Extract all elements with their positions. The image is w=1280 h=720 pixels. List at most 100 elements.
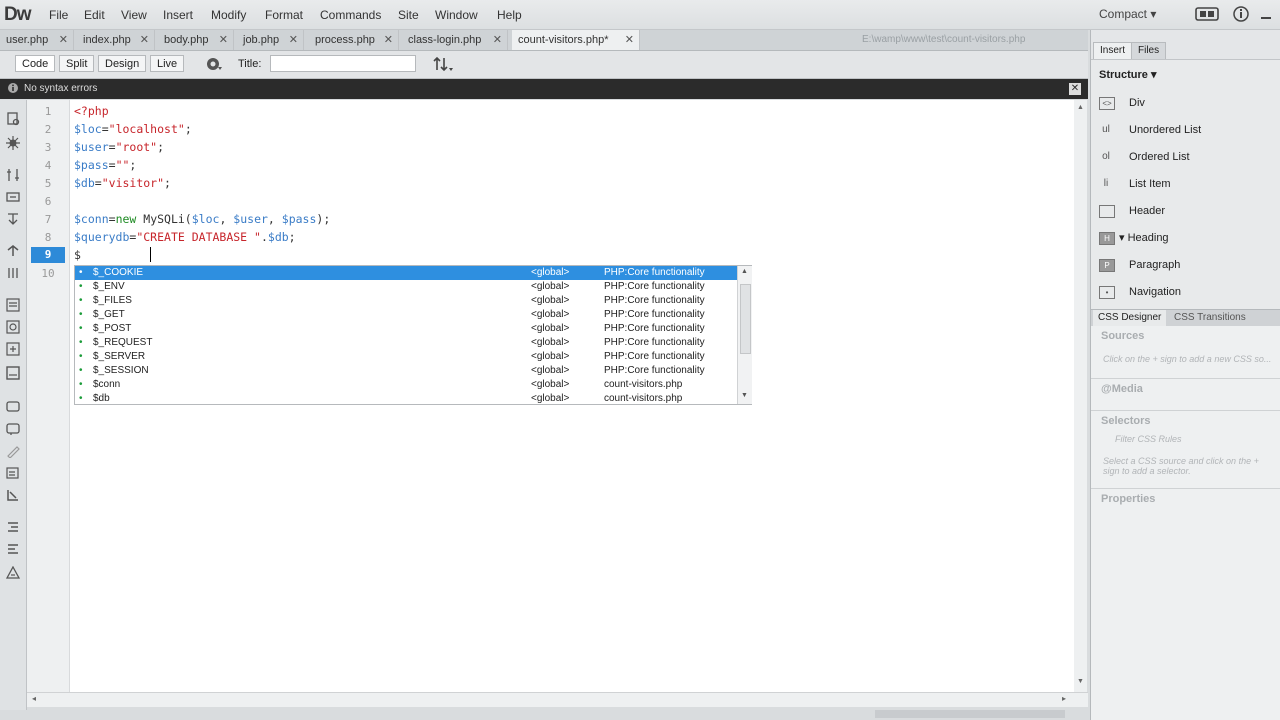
collapse-full-tag-icon[interactable] <box>6 190 20 202</box>
menu-edit[interactable]: Edit <box>84 8 105 22</box>
menu-modify[interactable]: Modify <box>211 8 246 22</box>
highlight-invalid-code-icon[interactable] <box>6 320 20 334</box>
tab-css-transitions[interactable]: CSS Transitions <box>1169 310 1251 326</box>
insert-item-list-item[interactable]: li List Item <box>1099 175 1269 193</box>
tab-user-php[interactable]: user.php ✕ <box>0 30 74 50</box>
validate-icon[interactable] <box>5 565 21 579</box>
sources-header[interactable]: Sources <box>1091 330 1280 342</box>
close-icon[interactable]: ✕ <box>625 30 634 50</box>
tab-count-visitors-php[interactable]: count-visitors.php* ✕ <box>512 30 640 50</box>
hint-item[interactable]: • $_ENV <global> PHP:Core functionality <box>75 280 737 294</box>
code-hints-popup[interactable]: • $_COOKIE <global> PHP:Core functionality … <box>74 265 752 405</box>
properties-header[interactable]: Properties <box>1091 488 1280 505</box>
scrollbar-thumb[interactable] <box>740 284 751 354</box>
code-line[interactable]: $ <box>74 248 81 262</box>
menu-commands[interactable]: Commands <box>320 8 381 22</box>
tab-job-php[interactable]: job.php ✕ <box>237 30 304 50</box>
tab-files[interactable]: Files <box>1131 42 1167 59</box>
code-line[interactable]: $loc="localhost"; <box>74 122 192 136</box>
apply-comment-icon[interactable] <box>6 366 20 380</box>
selectors-header[interactable]: Selectors <box>1091 410 1280 427</box>
editor-vertical-scrollbar[interactable]: ▲ ▼ <box>1074 100 1087 692</box>
hint-item[interactable]: • $db <global> count-visitors.php <box>75 392 737 404</box>
code-line[interactable]: $pass=""; <box>74 158 136 172</box>
tab-process-php[interactable]: process.php ✕ <box>309 30 399 50</box>
tab-css-designer[interactable]: CSS Designer <box>1093 310 1167 326</box>
insert-category-dropdown[interactable]: Structure ▾ <box>1099 68 1157 81</box>
sync-settings-icon[interactable] <box>1194 5 1220 23</box>
hint-item[interactable]: • $_POST <global> PHP:Core functionality <box>75 322 737 336</box>
tab-insert[interactable]: Insert <box>1093 42 1133 59</box>
line-numbers-icon[interactable] <box>6 298 20 312</box>
hint-item[interactable]: • $_REQUEST <global> PHP:Core functionality <box>75 336 737 350</box>
insert-item-navigation[interactable]: • Navigation <box>1099 283 1269 301</box>
wrap-tag-icon[interactable] <box>6 422 20 435</box>
insert-item-header[interactable]: Header <box>1099 202 1269 220</box>
filter-css-rules-input[interactable]: Filter CSS Rules <box>1115 434 1280 444</box>
scroll-left-arrow-icon[interactable]: ◂ <box>32 694 36 703</box>
help-info-icon[interactable] <box>1232 5 1258 23</box>
editor-horizontal-scrollbar[interactable]: ◂ ▸ <box>27 692 1088 707</box>
expand-all-icon[interactable] <box>6 168 20 181</box>
code-line[interactable]: <?php <box>74 104 109 118</box>
menu-view[interactable]: View <box>121 8 147 22</box>
media-header[interactable]: @Media <box>1091 378 1280 395</box>
close-icon[interactable]: ✕ <box>1069 83 1081 95</box>
hint-item[interactable]: • $_FILES <global> PHP:Core functionality <box>75 294 737 308</box>
design-view-button[interactable]: Design <box>98 55 147 72</box>
code-line[interactable]: $conn=new MySQLi($loc, $user, $pass); <box>74 212 330 226</box>
insert-item-div[interactable]: <> Div <box>1099 94 1269 112</box>
insert-item-unordered-list[interactable]: ul Unordered List <box>1099 121 1269 139</box>
hint-item[interactable]: • $conn <global> count-visitors.php <box>75 378 737 392</box>
hints-scrollbar[interactable]: ▲ ▼ <box>737 266 752 404</box>
status-bar-scroll-thumb[interactable] <box>875 710 1065 718</box>
outdent-code-icon[interactable] <box>6 542 20 554</box>
scroll-right-arrow-icon[interactable]: ▸ <box>1062 694 1066 703</box>
close-icon[interactable]: ✕ <box>219 30 228 50</box>
move-css-icon[interactable] <box>6 466 20 479</box>
insert-item-heading[interactable]: H ▾ Heading <box>1099 229 1269 247</box>
insert-item-paragraph[interactable]: P Paragraph <box>1099 256 1269 274</box>
file-management-icon[interactable] <box>433 56 455 75</box>
hint-item[interactable]: • $_SERVER <global> PHP:Core functionality <box>75 350 737 364</box>
menu-insert[interactable]: Insert <box>163 8 193 22</box>
recent-snippets-icon[interactable] <box>6 444 20 459</box>
tab-index-php[interactable]: index.php ✕ <box>77 30 155 50</box>
menu-file[interactable]: File <box>49 8 68 22</box>
syntax-error-alerts-icon[interactable] <box>6 342 20 356</box>
indent-code-icon[interactable] <box>6 520 20 532</box>
menu-format[interactable]: Format <box>265 8 303 22</box>
format-source-icon[interactable] <box>6 488 20 501</box>
close-icon[interactable]: ✕ <box>384 30 393 50</box>
close-icon[interactable]: ✕ <box>140 30 149 50</box>
remove-comment-icon[interactable] <box>6 400 20 412</box>
close-icon[interactable]: ✕ <box>289 30 298 50</box>
split-view-button[interactable]: Split <box>59 55 95 72</box>
menu-site[interactable]: Site <box>398 8 419 22</box>
tab-class-login-php[interactable]: class-login.php ✕ <box>402 30 508 50</box>
scroll-down-arrow-icon[interactable]: ▼ <box>741 392 748 399</box>
code-line[interactable]: $db="visitor"; <box>74 176 171 190</box>
scroll-up-arrow-icon[interactable]: ▲ <box>1077 104 1084 111</box>
tab-body-php[interactable]: body.php ✕ <box>158 30 234 50</box>
menu-window[interactable]: Window <box>435 8 478 22</box>
insert-item-ordered-list[interactable]: ol Ordered List <box>1099 148 1269 166</box>
collapse-selection-icon[interactable] <box>6 212 20 225</box>
open-documents-icon[interactable] <box>6 112 20 126</box>
hint-item[interactable]: • $_GET <global> PHP:Core functionality <box>75 308 737 322</box>
minimize-icon[interactable] <box>1258 5 1280 23</box>
hint-item[interactable]: • $_SESSION <global> PHP:Core functionality <box>75 364 737 378</box>
hint-item[interactable]: • $_COOKIE <global> PHP:Core functionality <box>75 266 737 280</box>
workspace-layout-switcher[interactable]: Compact ▾ <box>1099 7 1156 21</box>
balance-braces-icon[interactable] <box>6 266 20 278</box>
gear-icon[interactable] <box>6 136 20 150</box>
code-view-button[interactable]: Code <box>15 55 56 72</box>
browser-preview-icon[interactable] <box>205 56 223 75</box>
code-line[interactable]: $querydb="CREATE DATABASE ".$db; <box>74 230 296 244</box>
close-icon[interactable]: ✕ <box>59 30 68 50</box>
scroll-up-arrow-icon[interactable]: ▲ <box>741 268 748 275</box>
title-input[interactable] <box>270 55 416 72</box>
scroll-down-arrow-icon[interactable]: ▼ <box>1077 678 1084 685</box>
live-view-button[interactable]: Live <box>150 55 185 72</box>
close-icon[interactable]: ✕ <box>493 30 502 50</box>
